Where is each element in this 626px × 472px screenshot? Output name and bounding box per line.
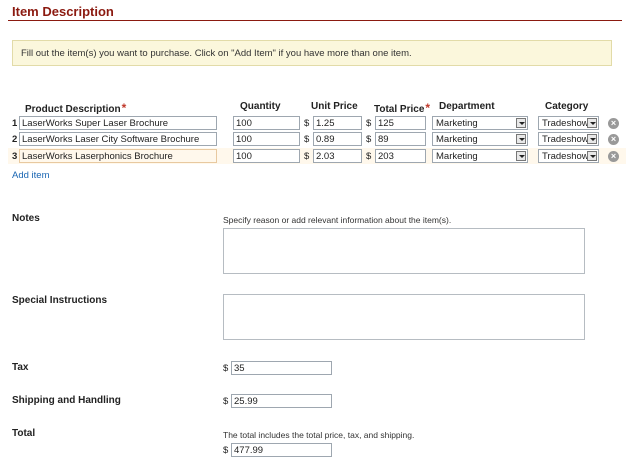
quantity-input[interactable] [233,132,300,146]
product-description-input[interactable] [19,132,217,146]
instructions-notice: Fill out the item(s) you want to purchas… [12,40,612,66]
currency-symbol: $ [223,396,229,407]
table-row: 2 $ $ Marketing Tradeshow × [0,132,626,148]
currency-symbol: $ [223,363,229,374]
shipping-label: Shipping and Handling [12,395,121,406]
currency-symbol: $ [304,118,310,129]
total-hint: The total includes the total price, tax,… [223,430,415,440]
notes-label: Notes [12,213,40,224]
category-select[interactable]: Tradeshow [538,132,599,146]
row-number: 2 [12,134,18,145]
shipping-input[interactable] [231,394,332,408]
column-header-total-price: Total Price* [374,101,430,115]
department-select[interactable]: Marketing [432,149,528,163]
special-instructions-label: Special Instructions [12,295,108,306]
category-select-value: Tradeshow [542,118,589,129]
chevron-down-icon [516,118,526,128]
tax-label: Tax [12,362,29,373]
category-select-value: Tradeshow [542,151,589,162]
currency-symbol: $ [223,445,229,456]
column-header-product-label: Product Description [25,104,121,115]
chevron-down-icon [516,134,526,144]
required-marker: * [425,101,431,115]
category-select-value: Tradeshow [542,134,589,145]
category-select[interactable]: Tradeshow [538,149,599,163]
remove-item-icon[interactable]: × [608,118,619,129]
column-header-category: Category [545,101,589,112]
column-header-department: Department [439,101,495,112]
row-number: 1 [12,118,18,129]
special-instructions-textarea[interactable] [223,294,585,340]
total-price-input[interactable] [375,132,426,146]
department-select[interactable]: Marketing [432,132,528,146]
row-number: 3 [12,151,18,162]
remove-item-icon[interactable]: × [608,134,619,145]
unit-price-input[interactable] [313,116,362,130]
column-header-total-price-label: Total Price [374,104,425,115]
required-marker: * [121,101,127,115]
unit-price-input[interactable] [313,149,362,163]
currency-symbol: $ [366,151,372,162]
column-header-quantity: Quantity [240,101,281,112]
quantity-input[interactable] [233,149,300,163]
section-title: Item Description [12,4,114,19]
chevron-down-icon [587,134,597,144]
title-divider [8,20,622,21]
add-item-link[interactable]: Add item [12,170,50,181]
department-select[interactable]: Marketing [432,116,528,130]
table-row: 1 $ $ Marketing Tradeshow × [0,116,626,132]
department-select-value: Marketing [436,118,478,129]
table-row: 3 $ $ Marketing Tradeshow × [0,149,626,165]
total-input[interactable] [231,443,332,457]
column-header-unit-price: Unit Price [311,101,358,112]
notes-textarea[interactable] [223,228,585,274]
category-select[interactable]: Tradeshow [538,116,599,130]
currency-symbol: $ [366,134,372,145]
chevron-down-icon [587,151,597,161]
currency-symbol: $ [304,134,310,145]
total-price-input[interactable] [375,149,426,163]
notes-hint: Specify reason or add relevant informati… [223,215,452,225]
quantity-input[interactable] [233,116,300,130]
product-description-input[interactable] [19,116,217,130]
department-select-value: Marketing [436,151,478,162]
unit-price-input[interactable] [313,132,362,146]
product-description-input[interactable] [19,149,217,163]
remove-item-icon[interactable]: × [608,151,619,162]
currency-symbol: $ [304,151,310,162]
chevron-down-icon [516,151,526,161]
total-price-input[interactable] [375,116,426,130]
currency-symbol: $ [366,118,372,129]
column-header-product: Product Description* [25,101,126,115]
department-select-value: Marketing [436,134,478,145]
tax-input[interactable] [231,361,332,375]
total-label: Total [12,428,36,439]
chevron-down-icon [587,118,597,128]
